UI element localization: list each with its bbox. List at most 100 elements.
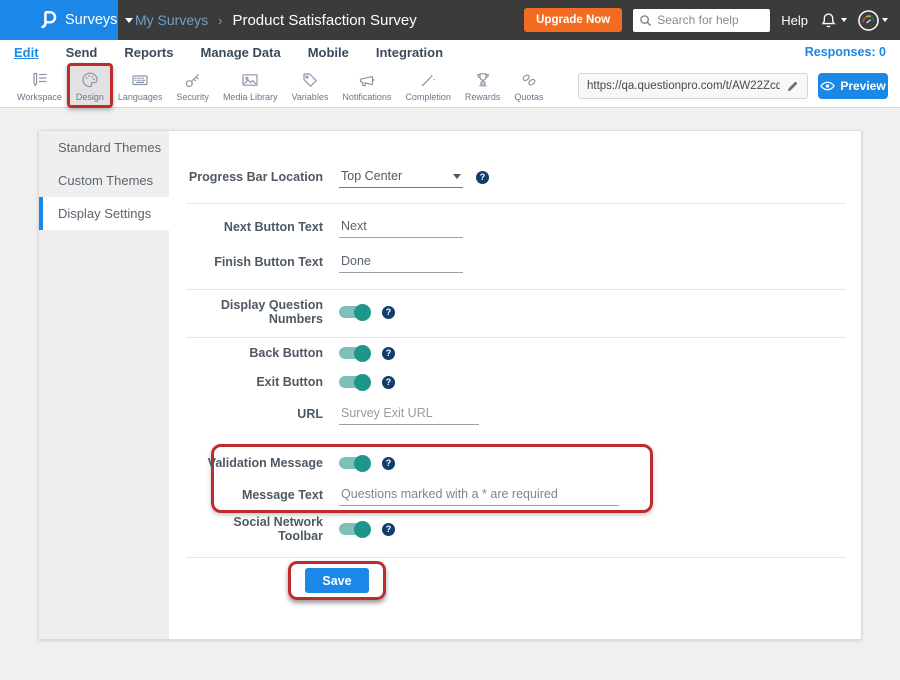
display-question-numbers-label: Display Question Numbers xyxy=(186,298,323,326)
breadcrumb: My Surveys › Product Satisfaction Survey xyxy=(135,12,417,29)
back-button-label: Back Button xyxy=(186,346,323,360)
save-button[interactable]: Save xyxy=(305,568,369,593)
toolbar-item-label: Completion xyxy=(405,92,451,102)
toolbar-item-media-library[interactable]: Media Library xyxy=(216,64,285,107)
edit-url-pencil-icon[interactable] xyxy=(786,80,799,93)
toggle-knob xyxy=(354,455,371,472)
exit-url-label: URL xyxy=(186,407,323,421)
help-link[interactable]: Help xyxy=(781,13,808,28)
chevron-down-icon xyxy=(453,174,461,179)
tab-mobile[interactable]: Mobile xyxy=(308,45,349,60)
avatar xyxy=(858,10,879,31)
upgrade-now-button[interactable]: Upgrade Now xyxy=(524,8,622,32)
setting-row-message-text: Message Text xyxy=(186,483,844,507)
setting-row-finish-button-text: Finish Button Text xyxy=(186,250,844,274)
chevron-down-icon xyxy=(882,18,888,22)
tag-icon xyxy=(300,70,320,90)
chevron-down-icon xyxy=(125,18,133,23)
next-button-text-input[interactable] xyxy=(339,216,463,238)
toolbar-item-label: Quotas xyxy=(514,92,543,102)
sidebar-item-display-settings[interactable]: Display Settings xyxy=(39,197,169,230)
setting-row-next-button-text: Next Button Text xyxy=(186,215,844,239)
notifications-menu[interactable] xyxy=(819,11,847,30)
page-title: Product Satisfaction Survey xyxy=(232,12,416,29)
toolbar-item-rewards[interactable]: Rewards xyxy=(458,64,508,107)
toolbar-item-label: Design xyxy=(76,92,104,102)
validation-message-label: Validation Message xyxy=(186,456,323,470)
themes-sidebar: Standard Themes Custom Themes Display Se… xyxy=(39,131,169,639)
exit-button-label: Exit Button xyxy=(186,375,323,389)
design-palette-icon xyxy=(80,70,100,90)
toolbar-item-label: Languages xyxy=(118,92,163,102)
toolbar-item-workspace[interactable]: Workspace xyxy=(10,64,69,107)
responses-count[interactable]: Responses: 0 xyxy=(805,45,886,59)
topbar-actions: Upgrade Now Help xyxy=(524,8,900,32)
finish-button-text-label: Finish Button Text xyxy=(186,255,323,269)
tab-send[interactable]: Send xyxy=(66,45,98,60)
display-settings-panel: Standard Themes Custom Themes Display Se… xyxy=(38,130,862,640)
setting-row-progress-bar-location: Progress Bar Location Top Center ? xyxy=(186,165,844,189)
toolbar-item-label: Variables xyxy=(291,92,328,102)
setting-row-display-question-numbers: Display Question Numbers ? xyxy=(186,300,844,324)
tab-edit[interactable]: Edit xyxy=(14,45,39,60)
next-button-text-label: Next Button Text xyxy=(186,220,323,234)
setting-row-social-network-toolbar: Social Network Toolbar ? xyxy=(186,517,844,541)
social-network-toolbar-label: Social Network Toolbar xyxy=(186,515,323,543)
survey-url-field xyxy=(578,73,808,99)
bell-icon xyxy=(819,11,838,30)
help-tooltip-icon[interactable]: ? xyxy=(382,457,395,470)
help-tooltip-icon[interactable]: ? xyxy=(382,306,395,319)
account-menu[interactable] xyxy=(858,10,888,31)
image-icon xyxy=(240,70,260,90)
breadcrumb-separator: › xyxy=(218,13,222,28)
product-menu[interactable]: Surveys xyxy=(0,0,118,40)
sidebar-item-custom-themes[interactable]: Custom Themes xyxy=(39,164,169,197)
back-button-toggle[interactable] xyxy=(339,347,369,359)
preview-button[interactable]: Preview xyxy=(818,73,888,99)
help-tooltip-icon[interactable]: ? xyxy=(382,523,395,536)
toolbar-item-label: Rewards xyxy=(465,92,501,102)
questionpro-logo-icon xyxy=(40,9,57,31)
tab-reports[interactable]: Reports xyxy=(124,45,173,60)
message-text-input[interactable] xyxy=(339,484,619,506)
toolbar-item-completion[interactable]: Completion xyxy=(398,64,458,107)
toolbar-item-notifications[interactable]: Notifications xyxy=(335,64,398,107)
survey-url-input[interactable] xyxy=(587,80,780,92)
toolbar-item-quotas[interactable]: Quotas xyxy=(507,64,550,107)
toolbar-item-design[interactable]: Design xyxy=(69,64,111,107)
help-tooltip-icon[interactable]: ? xyxy=(382,376,395,389)
toolbar-item-label: Notifications xyxy=(342,92,391,102)
message-text-label: Message Text xyxy=(186,488,323,502)
survey-nav-tabs: Edit Send Reports Manage Data Mobile Int… xyxy=(0,40,900,64)
toolbar-item-label: Security xyxy=(176,92,209,102)
section-divider xyxy=(186,337,846,338)
toggle-knob xyxy=(354,521,371,538)
validation-message-toggle[interactable] xyxy=(339,457,369,469)
toggle-knob xyxy=(354,304,371,321)
chain-links-icon xyxy=(519,70,539,90)
help-tooltip-icon[interactable]: ? xyxy=(382,347,395,360)
display-question-numbers-toggle[interactable] xyxy=(339,306,369,318)
setting-row-validation-message: Validation Message ? xyxy=(186,451,844,475)
breadcrumb-parent-link[interactable]: My Surveys xyxy=(135,12,208,28)
key-icon xyxy=(183,70,203,90)
toolbar-item-label: Workspace xyxy=(17,92,62,102)
progress-bar-location-select[interactable]: Top Center xyxy=(339,166,463,188)
help-search[interactable] xyxy=(633,9,770,32)
exit-button-toggle[interactable] xyxy=(339,376,369,388)
progress-bar-location-value: Top Center xyxy=(341,169,402,183)
tab-manage-data[interactable]: Manage Data xyxy=(200,45,280,60)
sidebar-item-standard-themes[interactable]: Standard Themes xyxy=(39,131,169,164)
exit-url-input[interactable] xyxy=(339,403,479,425)
toolbar-item-security[interactable]: Security xyxy=(169,64,216,107)
finish-button-text-input[interactable] xyxy=(339,251,463,273)
help-tooltip-icon[interactable]: ? xyxy=(476,171,489,184)
help-search-input[interactable] xyxy=(657,13,764,27)
tab-integration[interactable]: Integration xyxy=(376,45,443,60)
setting-row-back-button: Back Button ? xyxy=(186,341,844,365)
toggle-knob xyxy=(354,345,371,362)
toolbar-item-variables[interactable]: Variables xyxy=(284,64,335,107)
social-network-toolbar-toggle[interactable] xyxy=(339,523,369,535)
toolbar-item-languages[interactable]: Languages xyxy=(111,64,170,107)
search-icon xyxy=(639,14,652,27)
